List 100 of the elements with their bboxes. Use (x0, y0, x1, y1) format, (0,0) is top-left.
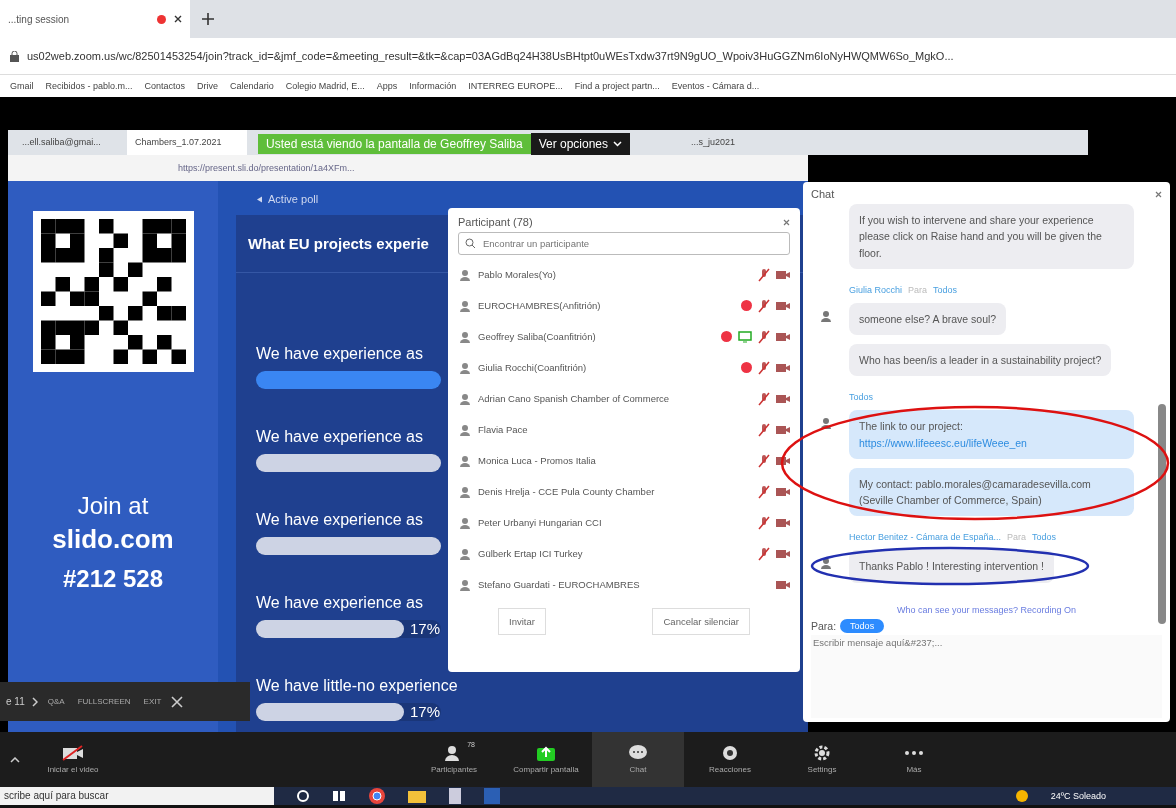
browser-tab[interactable]: ...s_ju2021 (683, 130, 853, 155)
muted-mic-icon[interactable] (758, 391, 770, 406)
video-off-icon[interactable] (776, 548, 790, 559)
panel-button[interactable]: Invitar (498, 608, 546, 635)
toolbar-button[interactable]: Settings (776, 732, 868, 787)
browser-icon[interactable] (368, 787, 386, 805)
new-tab-icon[interactable] (202, 13, 214, 25)
participant-row[interactable]: Monica Luca - Promos Italia (458, 445, 790, 476)
participant-row[interactable]: Denis Hrelja - CCE Pula County Chamber (458, 476, 790, 507)
browser-tab[interactable]: Chambers_1.07.2021 (127, 130, 247, 155)
participant-row[interactable]: Flavia Pace (458, 414, 790, 445)
document-icon[interactable] (448, 788, 462, 804)
muted-mic-icon[interactable] (758, 267, 770, 282)
video-off-icon (62, 745, 84, 761)
participant-name: EUROCHAMBRES(Anfitrión) (478, 300, 602, 311)
panel-title: Chat (811, 188, 835, 200)
muted-mic-icon[interactable] (758, 453, 770, 468)
sender-name: Giulia Rocchi (849, 284, 903, 295)
cortana-icon[interactable] (296, 789, 310, 803)
toolbar-button[interactable]: Reacciones (684, 732, 776, 787)
video-off-icon[interactable] (776, 362, 790, 373)
browser-tab[interactable]: ...ell.saliba@gmai... (14, 130, 121, 155)
video-off-icon[interactable] (776, 331, 790, 342)
bookmark[interactable]: Contactos (144, 81, 186, 91)
taskbar-search-field[interactable]: scribe aquí para buscar (0, 787, 274, 805)
slide-control-button[interactable]: Q&A (44, 693, 68, 710)
participant-row[interactable]: Giulia Rocchi(Coanfitrión) (458, 352, 790, 383)
video-off-icon[interactable] (776, 455, 790, 466)
participant-row[interactable]: Geoffrey Saliba(Coanfitrión) (458, 321, 790, 352)
folder-icon[interactable] (408, 789, 426, 803)
lock-icon (10, 50, 19, 62)
event-code: #212 528 (62, 565, 164, 593)
avatar-icon (458, 267, 472, 282)
muted-mic-icon[interactable] (758, 546, 770, 561)
poll-option: We have experience as (256, 511, 423, 529)
browser-tab[interactable]: ...ting session (0, 0, 190, 38)
poll-option: We have experience as (256, 594, 423, 612)
site-text: slido.com (52, 524, 174, 555)
caret-icon[interactable] (10, 756, 20, 763)
muted-mic-icon[interactable] (758, 484, 770, 499)
video-off-icon[interactable] (776, 579, 790, 590)
muted-mic-icon[interactable] (758, 329, 770, 344)
participant-row[interactable]: Adrian Cano Spanish Chamber of Commerce (458, 383, 790, 414)
task-view-icon[interactable] (332, 789, 346, 803)
recording-notice[interactable]: Who can see your messages? Recording On (811, 598, 1162, 619)
participant-name: Flavia Pace (478, 424, 529, 435)
video-off-icon[interactable] (776, 424, 790, 435)
recipient-label: Para (908, 284, 928, 295)
toolbar-button[interactable]: Más (868, 732, 960, 787)
scrollbar[interactable] (1158, 404, 1166, 624)
bookmark[interactable]: Apps (376, 81, 398, 91)
video-off-icon[interactable] (776, 517, 790, 528)
url-text[interactable]: https://present.sli.do/presentation/1a4XFm... (178, 163, 355, 173)
bookmark[interactable]: Drive (197, 81, 219, 91)
bookmark[interactable]: Recibidos - pablo.m... (45, 81, 133, 91)
avatar-icon (458, 577, 472, 592)
bookmark[interactable]: INTERREG EUROPE... (468, 81, 563, 91)
slide-control-button[interactable]: EXIT (140, 693, 165, 710)
bookmark[interactable]: Eventos - Cámara d... (671, 81, 760, 91)
muted-mic-icon[interactable] (758, 515, 770, 530)
participant-row[interactable]: Stefano Guardati - EUROCHAMBRES (458, 569, 790, 600)
avatar-icon (458, 298, 472, 313)
chat-message: If you wish to intervene and share your experience please click on Raise hand and you will be given the floor. (849, 204, 1134, 269)
video-off-icon[interactable] (776, 269, 790, 280)
bookmark[interactable]: Colegio Madrid, E... (285, 81, 365, 91)
close-icon[interactable] (174, 15, 182, 23)
participant-row[interactable]: Gülberk Ertap ICI Turkey (458, 538, 790, 569)
panel-title: Participant (78) (458, 216, 533, 228)
muted-mic-icon[interactable] (758, 298, 770, 313)
video-off-icon[interactable] (776, 393, 790, 404)
weather-text[interactable]: 24ºC Soleado (1050, 791, 1106, 801)
participant-name: Geoffrey Saliba(Coanfitrión) (478, 331, 597, 342)
poll-percent: 17% (410, 620, 441, 637)
view-options-button[interactable]: Ver opciones (530, 133, 630, 155)
avatar-icon (819, 416, 833, 431)
avatar-icon (458, 422, 472, 437)
muted-mic-icon[interactable] (758, 422, 770, 437)
panel-button[interactable]: Cancelar silenciar (652, 608, 750, 635)
bookmark[interactable]: Calendario (230, 81, 274, 91)
bookmark[interactable]: Gmail (10, 81, 34, 91)
sun-icon (1014, 789, 1029, 803)
back-icon[interactable] (256, 195, 263, 203)
participant-name: Adrian Cano Spanish Chamber of Commerce (478, 393, 671, 404)
recipient-name: Todos (849, 392, 874, 403)
video-off-icon[interactable] (776, 486, 790, 497)
toolbar-button[interactable]: Chat (592, 732, 684, 787)
video-off-icon[interactable] (776, 300, 790, 311)
search-field[interactable]: Encontrar un participante (458, 232, 790, 255)
toolbar-button[interactable]: Iniciar el video (38, 732, 108, 787)
participant-row[interactable]: Peter Urbanyi Hungarian CCI (458, 507, 790, 538)
bookmark[interactable]: Información (409, 81, 457, 91)
message-input[interactable]: Escribir mensaje aquí&#237;... (811, 634, 1162, 718)
bookmark[interactable]: Find a project partn... (574, 81, 660, 91)
muted-mic-icon[interactable] (758, 360, 770, 375)
participant-row[interactable]: EUROCHAMBRES(Anfitrión) (458, 290, 790, 321)
avatar-icon (458, 484, 472, 499)
slide-control-button[interactable]: FULLSCREEN (74, 693, 134, 710)
next-icon[interactable] (31, 696, 38, 707)
avatar-icon (458, 391, 472, 406)
toolbar-button[interactable]: Compartir pantalla (500, 732, 592, 787)
